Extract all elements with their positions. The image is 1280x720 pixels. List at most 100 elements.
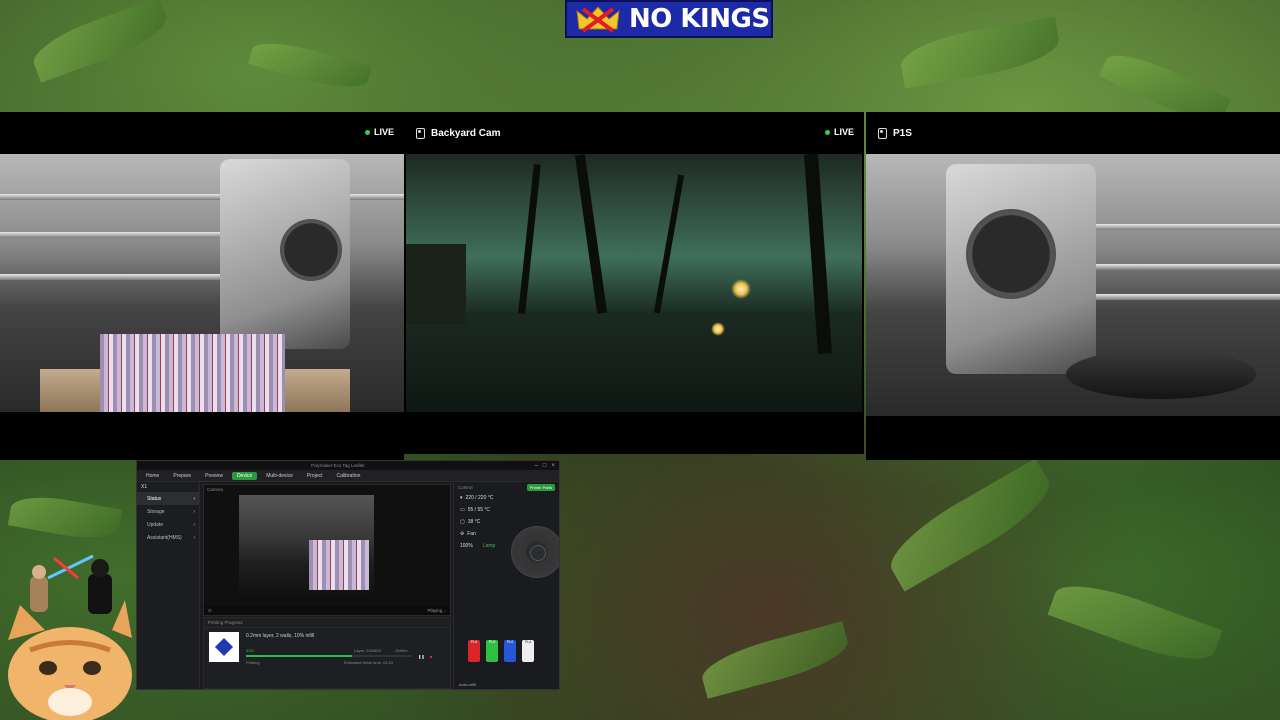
camera-panel[interactable]: P1S	[866, 112, 1280, 460]
fan	[280, 219, 342, 281]
tab-home[interactable]: Home	[141, 472, 164, 480]
camera-header: P1S	[866, 112, 1280, 154]
leaf-decoration	[7, 490, 123, 545]
camera-name-label: Backyard Cam	[431, 127, 501, 139]
lamp-toggle[interactable]: Lamp	[483, 543, 496, 549]
app-title-bar: Polymaker Eco Tag Leaflet – □ ×	[137, 461, 559, 470]
stop-icon[interactable]: ■	[430, 654, 432, 659]
sidebar-item-label: Assistant(HMS)	[147, 534, 182, 541]
nozzle-temp-value: 220 / 220 °C	[465, 495, 494, 501]
no-kings-banner: NO KINGS	[565, 0, 773, 38]
jedi-figures	[30, 554, 112, 614]
rail	[0, 232, 230, 238]
live-dot-icon	[364, 129, 370, 135]
ams-slot-label: PLA	[470, 640, 478, 644]
fan-icon: ✣	[460, 531, 465, 537]
bed-icon: ▭	[460, 507, 465, 513]
printer-app-window[interactable]: Polymaker Eco Tag Leaflet – □ × Home Pre…	[136, 460, 560, 690]
camera-panel[interactable]: LIVE	[0, 112, 404, 460]
camera-name-label: P1S	[893, 127, 912, 139]
minimize-icon[interactable]: –	[535, 463, 538, 469]
tab-multi-device[interactable]: Multi-device	[261, 472, 298, 480]
leaf-decoration	[879, 458, 1061, 592]
banner-text: NO KINGS	[629, 4, 770, 34]
ams-slot[interactable]: PLA	[486, 640, 498, 662]
app-title: Polymaker Eco Tag Leaflet	[311, 463, 365, 468]
chamber-icon: ▢	[460, 519, 465, 525]
progress-label: Printing Progress	[204, 618, 450, 628]
ams-slot-label: PLA	[506, 640, 514, 644]
printer-parts-button[interactable]: Printer Parts	[526, 483, 555, 491]
bed-temp[interactable]: ▭ 55 / 55 °C	[454, 504, 559, 516]
leaf-decoration	[897, 16, 1063, 89]
tab-preview[interactable]: Preview	[200, 472, 228, 480]
sidebar-item-label: Storage	[147, 508, 165, 515]
live-dot-icon	[824, 129, 830, 135]
ams-slot[interactable]: PLA	[522, 640, 534, 662]
live-badge: LIVE	[364, 127, 394, 137]
chamber-temp-value: 38 °C	[467, 519, 481, 525]
auto-refill[interactable]: Auto-refill	[453, 679, 559, 689]
tree	[518, 164, 541, 314]
live-label: LIVE	[373, 127, 394, 137]
cube-icon	[214, 637, 234, 657]
sidebar-item-update[interactable]: Update ›	[137, 518, 199, 531]
sidebar-item-status[interactable]: Status ›	[137, 492, 199, 505]
tree	[804, 154, 832, 355]
camera-view-footer: ⊙ Playing...	[204, 606, 450, 615]
sidebar-item-assistant[interactable]: Assistant(HMS) ›	[137, 531, 199, 544]
live-label: LIVE	[833, 127, 854, 137]
fan	[966, 209, 1056, 299]
leaf-decoration	[27, 0, 173, 83]
playing-status: Playing...	[427, 608, 446, 613]
crown-icon	[576, 6, 620, 33]
ams-slot-label: PLA	[488, 640, 496, 644]
bed-temp-value: 55 / 55 °C	[467, 507, 491, 513]
tab-calibration[interactable]: Calibration	[331, 472, 365, 480]
tree	[574, 154, 608, 314]
leaf-decoration	[1047, 572, 1223, 673]
speed-value[interactable]: 100%	[460, 543, 473, 549]
rail	[1096, 264, 1280, 270]
live-badge: LIVE	[824, 127, 854, 137]
chevron-right-icon: ›	[193, 495, 195, 502]
close-icon[interactable]: ×	[551, 463, 555, 469]
camera-icon	[878, 127, 887, 139]
sidebar-item-label: Update	[147, 521, 164, 528]
camera-name: Backyard Cam	[416, 127, 501, 139]
rail	[0, 274, 240, 280]
camera-name: P1S	[878, 127, 912, 139]
camera-strip: LIVE Backyard Cam LIVE P1S	[0, 112, 1280, 460]
camera-icon	[416, 127, 425, 139]
device-sidebar: X1 Status › Storage › Update › Assistant(HM…	[137, 482, 200, 689]
camera-feed	[866, 154, 1280, 416]
maximize-icon[interactable]: □	[543, 463, 547, 469]
nozzle-icon: ▾	[460, 495, 463, 501]
progress-fill	[246, 655, 353, 657]
printer-selector[interactable]: X1	[137, 482, 199, 492]
ams-slot[interactable]: PLA	[468, 640, 480, 662]
printed-bag	[100, 334, 285, 412]
print-title: 0.2mm layer, 2 walls, 10% infill	[246, 633, 315, 639]
progress-bar	[246, 655, 412, 657]
camera-panel[interactable]: Backyard Cam LIVE	[404, 112, 864, 454]
tab-prepare[interactable]: Prepare	[168, 472, 196, 480]
leaf-decoration	[248, 34, 372, 96]
sidebar-item-storage[interactable]: Storage ›	[137, 505, 199, 518]
tab-project[interactable]: Project	[302, 472, 328, 480]
chevron-right-icon: ›	[193, 508, 195, 515]
nozzle-temp[interactable]: ▾ 220 / 220 °C	[454, 492, 559, 504]
record-icon[interactable]: ⊙	[208, 608, 212, 614]
app-body: X1 Status › Storage › Update › Assistant(HM…	[137, 482, 559, 689]
camera-feed	[0, 154, 404, 412]
pause-icon[interactable]: ❚❚	[418, 654, 425, 659]
printed-bag	[309, 540, 369, 590]
fan-label: Fan	[467, 531, 476, 537]
tab-device[interactable]: Device	[231, 471, 258, 480]
home-button[interactable]	[530, 545, 546, 561]
sidebar-item-label: Status	[147, 495, 162, 502]
camera-feed	[406, 154, 862, 412]
ams-slot[interactable]: PLA	[504, 640, 516, 662]
axis-jog-control[interactable]	[511, 526, 559, 578]
tree	[653, 174, 685, 314]
